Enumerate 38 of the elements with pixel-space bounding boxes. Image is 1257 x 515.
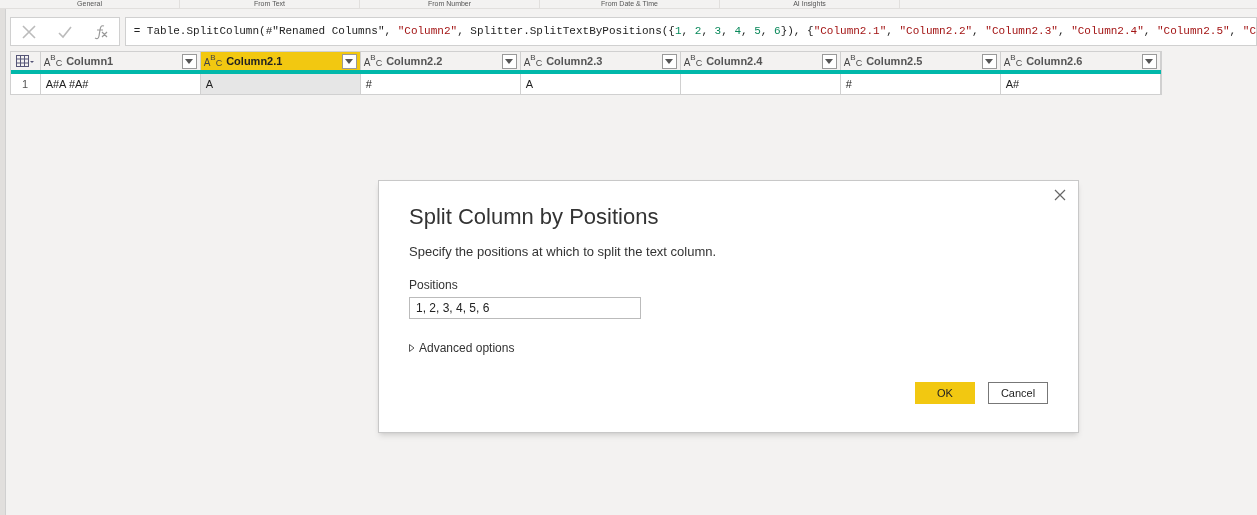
table-icon [16,55,35,67]
column-name: Column2.2 [386,53,444,69]
close-button[interactable] [1052,187,1068,203]
column-name: Column2.6 [1026,53,1084,69]
positions-field[interactable]: 1, 2, 3, 4, 5, 6 [409,296,641,319]
formula-text: = Table.SplitColumn(#"Renamed Columns", "Column2", Splitter.SplitTextByPositions({1, 2, 3, 4, 5, 6}), {"Column2.1", "Column2.2", "Column2.3", "Column2.4", "Column2.5", "C [133,24,1256,40]
field-label: Positions [409,276,459,294]
caret-icon [505,58,514,64]
ok-button[interactable]: OK [915,382,975,404]
function-icon[interactable] [92,23,109,40]
column-name: Column2.3 [546,53,604,69]
formula-field[interactable]: = Table.SplitColumn(#"Renamed Columns", "Column2", Splitter.SplitTextByPositions({1, 2, 3, 4, 5, 6}), {"Column2.1", "Column2.2", "Column2.3", "Column2.4", "Column2.5", "C [124,17,1257,46]
row-number: 1 [10,74,41,94]
column-filter-button[interactable] [821,53,837,69]
caret-icon [665,58,674,64]
dialog-description: Specify the positions at which to split the text column. [409,243,718,261]
column-name: Column1 [66,53,115,69]
column-filter-button[interactable] [981,53,997,69]
caret-icon [345,58,354,64]
column-name: Column2.1 [226,53,284,69]
column-filter-button[interactable] [341,53,357,69]
caret-icon [185,58,194,64]
column-name: Column2.4 [706,53,764,69]
column-filter-button[interactable] [661,53,677,69]
column-filter-button[interactable] [1141,53,1157,69]
advanced-options-toggle[interactable]: Advanced options [409,338,515,357]
dialog-title: Split Column by Positions [409,203,660,231]
caret-icon [825,58,834,64]
cancel-button[interactable]: Cancel [988,382,1048,404]
column-filter-button[interactable] [501,53,517,69]
column-filter-button[interactable] [181,53,197,69]
table-menu-button[interactable] [10,52,41,70]
caret-icon [1145,58,1154,64]
column-name: Column2.5 [866,53,924,69]
caret-icon [985,58,994,64]
table-cell: A [200,74,361,94]
expand-arrow-icon [409,343,415,352]
close-icon [1054,189,1066,201]
